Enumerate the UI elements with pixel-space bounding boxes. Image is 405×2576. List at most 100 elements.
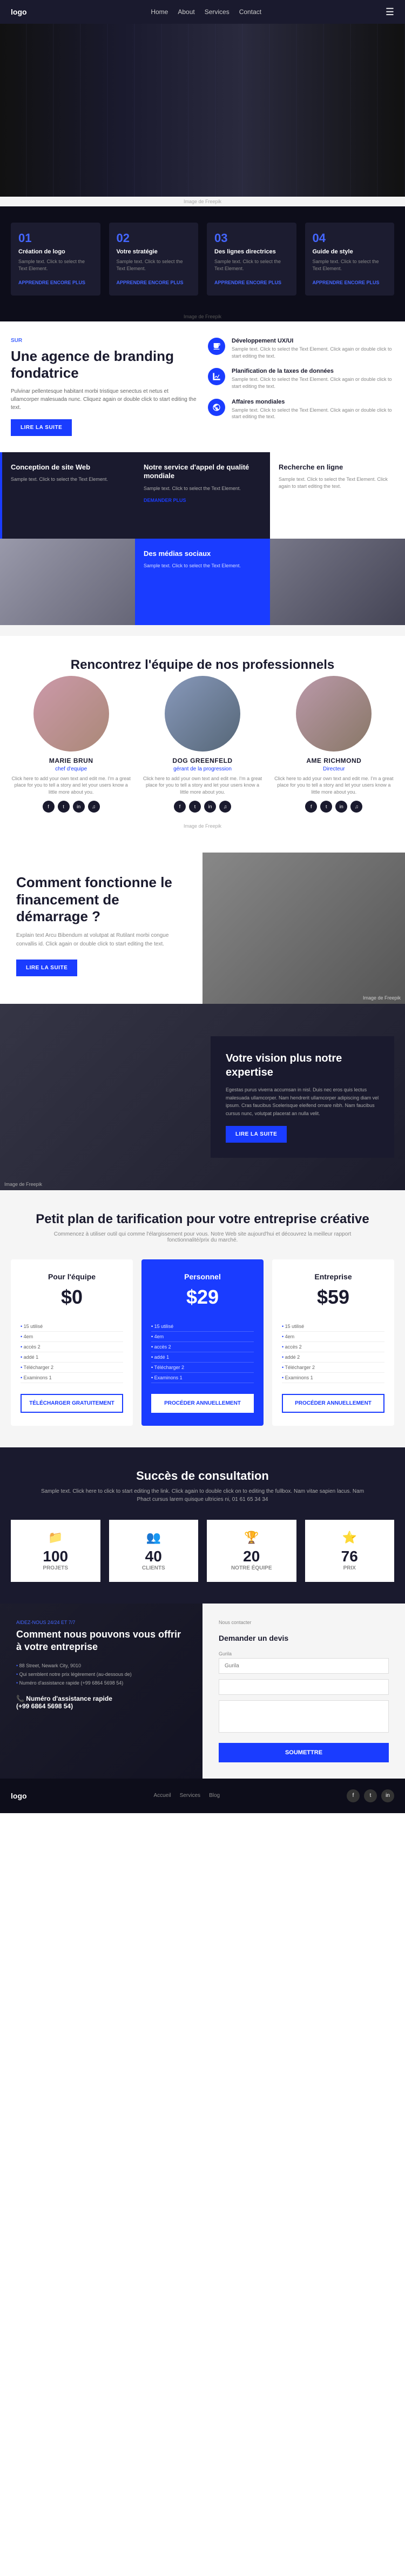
- step-card-3: 03 Des lignes directrices Sample text. C…: [207, 223, 296, 296]
- plan-btn-entreprise[interactable]: Procéder annuellement: [282, 1394, 384, 1413]
- team-text-3: Click here to add your own text and edit…: [274, 775, 394, 796]
- stat-label-projets: PROJETS: [17, 1565, 94, 1571]
- step-link-4[interactable]: APPRENDRE ENCORE PLUS: [313, 280, 380, 285]
- form-group-email: [219, 1679, 389, 1695]
- stat-number-prix: 76: [312, 1548, 388, 1565]
- facebook-icon-2[interactable]: f: [174, 801, 186, 813]
- vision-cta-button[interactable]: LIRE LA SUITE: [226, 1126, 287, 1143]
- hero-image-credit: Image de Freepik: [0, 197, 405, 206]
- service-image-left: [0, 539, 135, 625]
- branding-cta-button[interactable]: LIRE LA SUITE: [11, 419, 72, 436]
- nav-link-about[interactable]: About: [178, 8, 194, 16]
- footer-links: Accueil Services Blog: [153, 1793, 220, 1799]
- contact-list: 88 Street, Newark City, 9010 Qui semblen…: [16, 1661, 186, 1687]
- branding-sup: Sur: [11, 338, 197, 344]
- financing-cta-button[interactable]: LIRE LA SUITE: [16, 960, 77, 976]
- plan-features-personnel: 15 utilisé 4em accès 2 addé 1 Télécharge…: [151, 1321, 254, 1383]
- financing-text: Explain text Arcu Bibendum at volutpat a…: [16, 931, 186, 949]
- contact-list-item-1: 88 Street, Newark City, 9010: [16, 1661, 186, 1670]
- service-card-call-text: Sample text. Click to select the Text El…: [144, 485, 261, 492]
- feature-item: addé 1: [151, 1352, 254, 1363]
- navigation: logo Home About Services Contact ☰: [0, 0, 405, 24]
- twitter-icon-2[interactable]: t: [189, 801, 201, 813]
- feature-item: accès 2: [151, 1342, 254, 1352]
- form-input-email[interactable]: [219, 1679, 389, 1695]
- plan-price-entreprise: $59: [282, 1287, 384, 1307]
- team-member-2: DOG GREENFELD gérant de la progression C…: [142, 676, 262, 813]
- pricing-grid: Pour l'équipe $0 15 utilisé 4em accès 2 …: [11, 1259, 394, 1426]
- feature-item: 15 utilisé: [21, 1321, 123, 1332]
- facebook-icon-3[interactable]: f: [305, 801, 317, 813]
- service-card-social-title: Des médias sociaux: [144, 549, 261, 559]
- step-number-2: 02: [117, 231, 191, 245]
- linkedin-icon-1[interactable]: in: [73, 801, 85, 813]
- globe-icon: [208, 399, 225, 416]
- form-textarea-message[interactable]: [219, 1700, 389, 1733]
- footer-facebook-icon[interactable]: f: [347, 1789, 360, 1802]
- service-text-1: Sample text. Click to select the Text El…: [232, 346, 394, 359]
- plan-btn-personnel[interactable]: Procéder annuellement: [151, 1394, 254, 1413]
- footer-social: f t in: [347, 1789, 394, 1802]
- step-link-2[interactable]: APPRENDRE ENCORE PLUS: [117, 280, 184, 285]
- step-card-2: 02 Votre stratégie Sample text. Click to…: [109, 223, 199, 296]
- ux-icon: [208, 338, 225, 355]
- facebook-icon-1[interactable]: f: [43, 801, 55, 813]
- footer-link-accueil[interactable]: Accueil: [153, 1793, 171, 1799]
- clients-icon: 👥: [116, 1531, 192, 1545]
- nav-link-contact[interactable]: Contact: [239, 8, 261, 16]
- form-input-name[interactable]: [219, 1658, 389, 1674]
- step-link-1[interactable]: APPRENDRE ENCORE PLUS: [18, 280, 85, 285]
- music-icon-3[interactable]: ♫: [350, 801, 362, 813]
- service-card-web-text: Sample text. Click to select the Text El…: [11, 476, 126, 483]
- stat-clients: 👥 40 CLIENTS: [109, 1520, 199, 1582]
- linkedin-icon-2[interactable]: in: [204, 801, 216, 813]
- step-text-3: Sample text. Click to select the Text El…: [214, 258, 289, 272]
- team-photo-2: [165, 676, 240, 752]
- team-name-1: MARIE BRUN: [11, 757, 131, 764]
- step-number-4: 04: [313, 231, 387, 245]
- nav-link-home[interactable]: Home: [151, 8, 168, 16]
- branding-service-3: Affaires mondiales Sample text. Click to…: [208, 399, 394, 420]
- form-label-name: Gurila: [219, 1651, 389, 1656]
- contact-tagline: Aidez-nous 24/24 et 7/7: [16, 1620, 186, 1625]
- pricing-card-entreprise: Entreprise $59 15 utilisé 4em accès 2 ad…: [272, 1259, 394, 1426]
- plan-name-personnel: Personnel: [151, 1272, 254, 1281]
- team-name-3: AME RICHMOND: [274, 757, 394, 764]
- team-member-1: MARIE BRUN chef d'equipe Click here to a…: [11, 676, 131, 813]
- phone-text: Numéro d'assistance rapide(+99 6864 5698…: [16, 1695, 112, 1710]
- team-image-credit: Image de Freepik: [11, 821, 394, 831]
- feature-item: 4em: [21, 1332, 123, 1342]
- plan-btn-team[interactable]: Télécharger gratuitement: [21, 1394, 123, 1413]
- step-text-1: Sample text. Click to select the Text El…: [18, 258, 93, 272]
- contact-form-title: Demander un devis: [219, 1634, 389, 1642]
- stat-equipe: 🏆 20 NOTRE ÉQUIPE: [207, 1520, 296, 1582]
- footer-linkedin-icon[interactable]: in: [381, 1789, 394, 1802]
- service-title-1: Développement UX/UI: [232, 338, 394, 344]
- team-section: Rencontrez l'équipe de nos professionnel…: [0, 636, 405, 853]
- feature-item: Télécharger 2: [21, 1363, 123, 1373]
- service-card-search-text: Sample text. Click to select the Text El…: [279, 476, 396, 489]
- footer-twitter-icon[interactable]: t: [364, 1789, 377, 1802]
- twitter-icon-1[interactable]: t: [58, 801, 70, 813]
- twitter-icon-3[interactable]: t: [320, 801, 332, 813]
- music-icon-1[interactable]: ♫: [88, 801, 100, 813]
- service-card-social-text: Sample text. Click to select the Text El…: [144, 562, 261, 569]
- feature-item: Télécharger 2: [151, 1363, 254, 1373]
- team-photo-3: [296, 676, 372, 752]
- music-icon-2[interactable]: ♫: [219, 801, 231, 813]
- footer-link-services[interactable]: Services: [180, 1793, 200, 1799]
- footer-link-blog[interactable]: Blog: [209, 1793, 220, 1799]
- service-card-call-link[interactable]: DEMANDER PLUS: [144, 498, 261, 503]
- hamburger-menu-icon[interactable]: ☰: [386, 6, 394, 18]
- step-number-3: 03: [214, 231, 289, 245]
- team-role-3: Directeur: [274, 766, 394, 772]
- service-text-2: Sample text. Click to select the Text El…: [232, 376, 394, 390]
- form-group-message: [219, 1700, 389, 1735]
- feature-item: Examinons 1: [282, 1373, 384, 1383]
- linkedin-icon-3[interactable]: in: [335, 801, 347, 813]
- nav-link-services[interactable]: Services: [205, 8, 230, 16]
- feature-item: 4em: [151, 1332, 254, 1342]
- service-text-3: Sample text. Click to select the Text El…: [232, 407, 394, 420]
- submit-button[interactable]: SOUMETTRE: [219, 1743, 389, 1762]
- step-link-3[interactable]: APPRENDRE ENCORE PLUS: [214, 280, 281, 285]
